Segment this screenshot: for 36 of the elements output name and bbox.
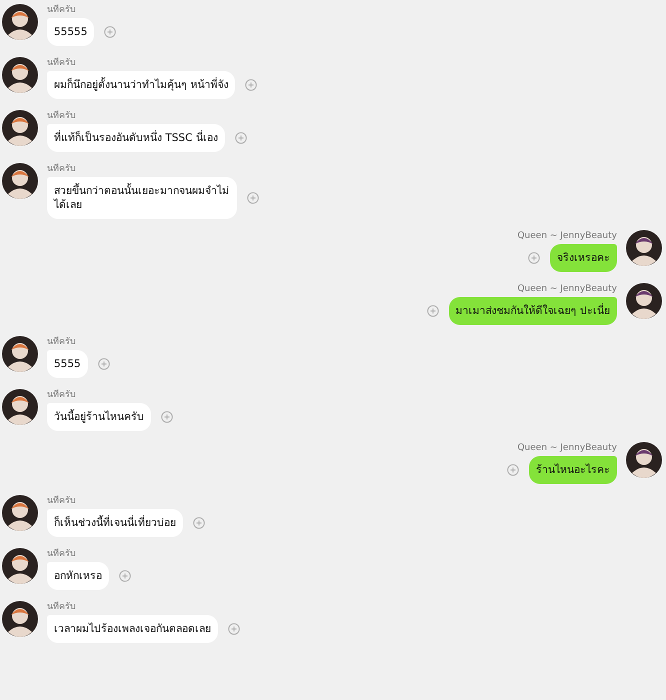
sender-name: นทีครับ [47, 163, 76, 175]
avatar-icon[interactable] [2, 601, 38, 637]
sender-name: นทีครับ [47, 57, 76, 69]
avatar-icon[interactable] [2, 389, 38, 425]
message-bubble: ที่แท้ก็เป็นรองอันดับหนึ่ง TSSC นี่เอง [47, 124, 225, 152]
sender-name: นทีครับ [47, 601, 76, 613]
message-bubble: เวลาผมไปร้องเพลงเจอกันตลอดเลย [47, 615, 218, 643]
message-bubble: มาเมาส่งชมกันให้ดีใจเฉยๆ ปะเนี่ย [448, 297, 617, 325]
message-bubble: วันนี้อยู่ร้านไหนครับ [47, 403, 151, 431]
sender-name: Queen ~ JennyBeauty [517, 442, 617, 454]
sender-name: นทีครับ [47, 4, 76, 16]
message-bubble: ผมก็นึกอยู่ตั้งนานว่าทำไมคุ้นๆ หน้าพี่จัง [47, 71, 236, 99]
message-bubble: 55555 [47, 18, 94, 46]
avatar-icon[interactable] [2, 4, 38, 40]
avatar-icon[interactable] [626, 442, 662, 478]
avatar-icon[interactable] [2, 495, 38, 531]
sender-name: นทีครับ [47, 548, 76, 560]
avatar-icon[interactable] [626, 283, 662, 319]
message-bubble: สวยขึ้นกว่าตอนนั้นเยอะมากจนผมจำไม่ได้เลย [47, 177, 237, 219]
avatar-icon[interactable] [2, 110, 38, 146]
sender-name: Queen ~ JennyBeauty [517, 283, 617, 295]
sender-name: นทีครับ [47, 110, 76, 122]
avatar-icon[interactable] [2, 548, 38, 584]
message-bubble: อกหักเหรอ [47, 562, 109, 590]
message-bubble: 5555 [47, 350, 88, 378]
sender-name: นทีครับ [47, 389, 76, 401]
message-bubble: จริงเหรอคะ [550, 244, 617, 272]
avatar-icon[interactable] [626, 230, 662, 266]
sender-name: นทีครับ [47, 336, 76, 348]
avatar-icon[interactable] [2, 57, 38, 93]
sender-name: Queen ~ JennyBeauty [517, 230, 617, 242]
avatar-icon[interactable] [2, 336, 38, 372]
message-bubble: ก็เห็นช่วงนี้ที่เจนนี่เที่ยวบ่อย [47, 509, 183, 537]
message-bubble: ร้านไหนอะไรคะ [529, 456, 617, 484]
avatar-icon[interactable] [2, 163, 38, 199]
sender-name: นทีครับ [47, 495, 76, 507]
